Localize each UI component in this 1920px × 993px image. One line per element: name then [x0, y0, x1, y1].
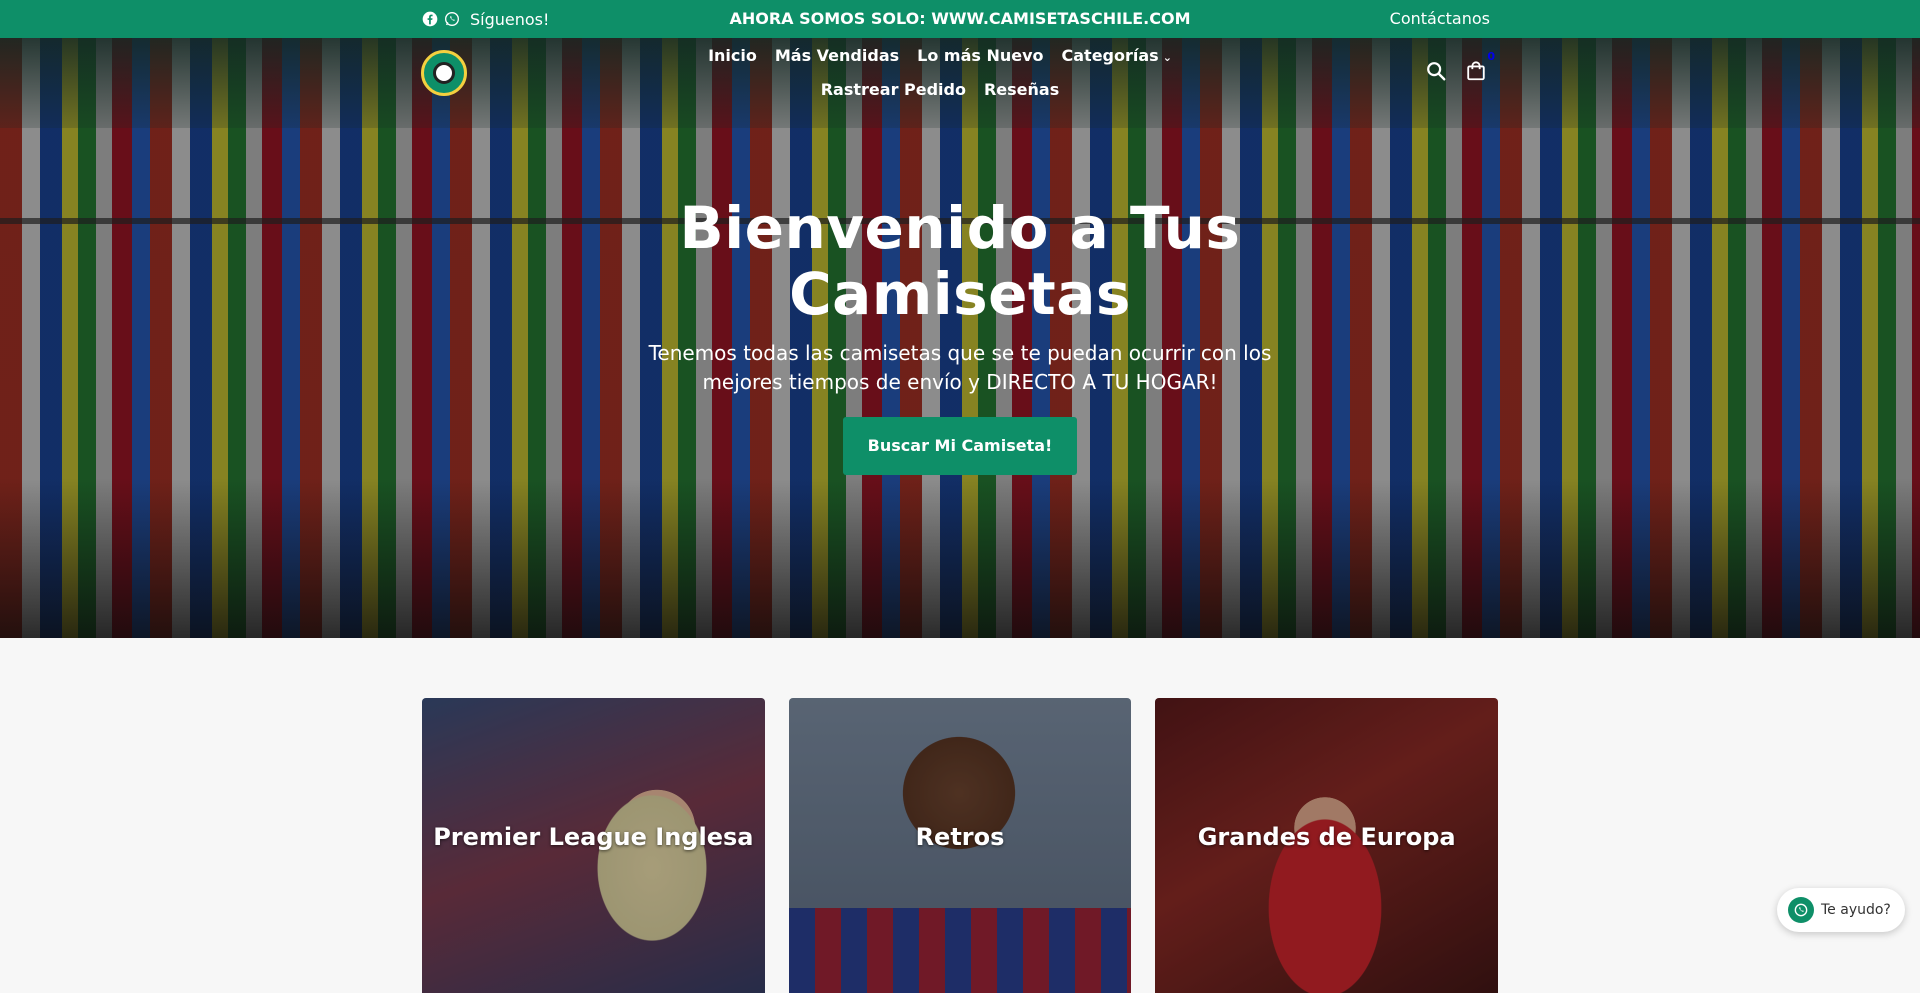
- soccer-ball-icon: [433, 62, 455, 84]
- search-icon[interactable]: [1425, 60, 1447, 82]
- social-links: Síguenos!: [422, 0, 549, 38]
- whatsapp-chat-button[interactable]: Te ayudo?: [1777, 888, 1905, 932]
- social-label: Síguenos!: [470, 9, 550, 29]
- category-card-grandes-de-europa[interactable]: Grandes de Europa: [1155, 698, 1499, 993]
- hero-subtitle: Tenemos todas las camisetas que se te pu…: [648, 341, 1272, 394]
- hero-content: Bienvenido a Tus Camisetas Tenemos todas…: [560, 195, 1360, 475]
- announcement-bar: Síguenos! AHORA SOMOS SOLO: WWW.CAMISETA…: [0, 0, 1920, 38]
- nav-item-mas-vendidas[interactable]: Más Vendidas: [775, 44, 899, 70]
- whatsapp-help-label: Te ayudo?: [1821, 902, 1891, 918]
- whatsapp-icon[interactable]: [444, 11, 460, 27]
- category-card-retros[interactable]: Retros: [788, 698, 1132, 993]
- nav-item-inicio[interactable]: Inicio: [708, 44, 757, 70]
- cart-count: 0: [1487, 50, 1495, 63]
- category-card-title: Premier League Inglesa: [433, 823, 754, 851]
- nav-item-categorias-label: Categorías: [1061, 46, 1159, 65]
- shopping-bag-icon: [1465, 60, 1487, 82]
- contact-link[interactable]: Contáctanos: [1390, 0, 1490, 38]
- hero-banner: Inicio Más Vendidas Lo más Nuevo Categor…: [0, 38, 1920, 638]
- category-card-title: Retros: [915, 823, 1005, 851]
- nav-item-rastrear-pedido[interactable]: Rastrear Pedido: [821, 78, 966, 102]
- category-card-premier-league[interactable]: Premier League Inglesa: [422, 698, 765, 993]
- facebook-icon[interactable]: [422, 11, 438, 27]
- announcement-message-wrap: AHORA SOMOS SOLO: WWW.CAMISETASCHILE.COM: [0, 0, 1920, 38]
- header-actions: 0: [1425, 50, 1495, 82]
- cart-button[interactable]: 0: [1465, 50, 1495, 82]
- chevron-down-icon: ⌄: [1162, 51, 1172, 64]
- nav-item-lo-mas-nuevo[interactable]: Lo más Nuevo: [917, 44, 1043, 70]
- store-logo[interactable]: [421, 50, 467, 96]
- nav-item-categorias[interactable]: Categorías ⌄: [1062, 44, 1172, 70]
- find-my-shirt-button[interactable]: Buscar Mi Camiseta!: [842, 417, 1078, 475]
- whatsapp-icon: [1788, 897, 1814, 923]
- main-nav: Inicio Más Vendidas Lo más Nuevo Categor…: [700, 44, 1180, 102]
- announcement-message: AHORA SOMOS SOLO: WWW.CAMISETASCHILE.COM: [729, 9, 1191, 28]
- hero-title: Bienvenido a Tus Camisetas: [679, 194, 1241, 328]
- category-card-title: Grandes de Europa: [1197, 823, 1456, 851]
- category-collection-list: Premier League Inglesa Retros Grandes de…: [422, 698, 1499, 993]
- nav-item-resenas[interactable]: Reseñas: [984, 78, 1059, 102]
